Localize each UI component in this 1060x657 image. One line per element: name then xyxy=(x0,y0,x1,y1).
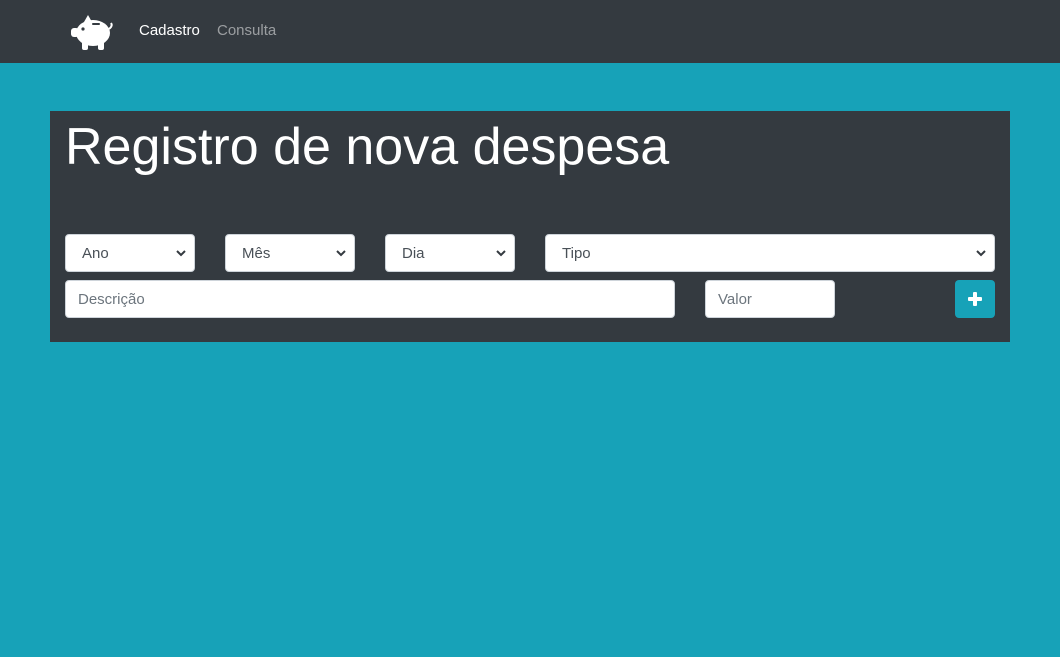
tipo-select-wrapper: Tipo xyxy=(545,234,995,272)
descricao-input[interactable] xyxy=(65,280,675,318)
add-expense-button[interactable] xyxy=(955,280,995,318)
valor-input[interactable] xyxy=(705,280,835,318)
ano-select[interactable]: Ano xyxy=(65,234,195,272)
page-title: Registro de nova despesa xyxy=(65,118,670,176)
mes-select-wrapper: Mês xyxy=(225,234,355,272)
mes-select[interactable]: Mês xyxy=(225,234,355,272)
ano-select-wrapper: Ano xyxy=(65,234,195,272)
nav-link-consulta[interactable]: Consulta xyxy=(217,22,276,39)
dia-select-wrapper: Dia xyxy=(385,234,515,272)
navbar: Cadastro Consulta xyxy=(0,0,1060,63)
nav-link-cadastro[interactable]: Cadastro xyxy=(139,22,200,39)
tipo-select[interactable]: Tipo xyxy=(545,234,995,272)
piggy-bank-icon[interactable] xyxy=(70,14,113,51)
dia-select[interactable]: Dia xyxy=(385,234,515,272)
expense-form-panel: Registro de nova despesa Ano Mês Dia Tip… xyxy=(50,111,1010,342)
plus-icon xyxy=(968,292,982,306)
